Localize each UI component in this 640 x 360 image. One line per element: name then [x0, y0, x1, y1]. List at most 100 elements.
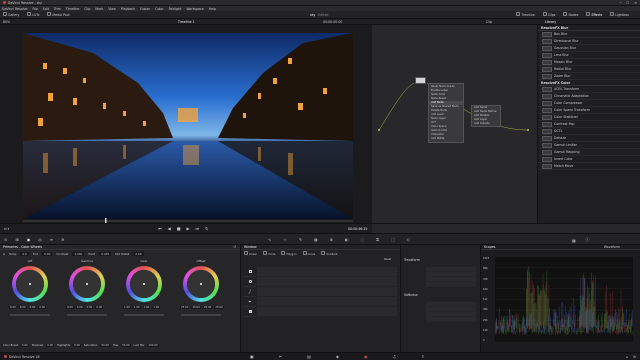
- wheel-value[interactable]: 0.00: [66, 306, 74, 309]
- toolbar-clips-button[interactable]: Clips: [542, 12, 555, 17]
- loop-icon[interactable]: ↻: [205, 226, 208, 231]
- menu-item-color[interactable]: Color: [155, 7, 163, 11]
- node-editor[interactable]: Reset Node Grade Enable Label Node Color No…: [372, 25, 537, 223]
- toolbar-nodes-button[interactable]: Nodes: [563, 12, 578, 17]
- pivot-value[interactable]: 0.435: [99, 251, 112, 256]
- wheel-value[interactable]: 25.00: [180, 306, 190, 309]
- adjust-value[interactable]: 100.00: [147, 344, 159, 347]
- wheel-value[interactable]: 0.00: [85, 306, 94, 309]
- auto-balance-icon[interactable]: A: [3, 252, 5, 256]
- wheel-value[interactable]: 0.00: [28, 306, 37, 309]
- library-item[interactable]: Color Stabilizer: [538, 114, 640, 121]
- library-item[interactable]: Gamut Mapping: [538, 149, 640, 156]
- settings-icon[interactable]: ⚙: [633, 355, 636, 359]
- fusion-page-icon[interactable]: ◈: [336, 354, 339, 359]
- tint-value[interactable]: 0.00: [42, 251, 53, 256]
- wheel-value[interactable]: 0.00: [38, 306, 47, 309]
- camera-raw-icon[interactable]: ⊙: [4, 237, 7, 242]
- menu-item-davinci-resolve[interactable]: DaVinci Resolve: [2, 7, 27, 11]
- skip-forward-icon[interactable]: ⏭: [196, 226, 200, 231]
- menu-item-fairlight[interactable]: Fairlight: [169, 7, 182, 11]
- library-item[interactable]: Color Space Transform: [538, 107, 640, 114]
- deliver-page-icon[interactable]: ⇪: [421, 354, 424, 359]
- zoom-level[interactable]: 60%: [3, 20, 10, 24]
- library-item[interactable]: Lens Blur: [538, 52, 640, 59]
- play-reverse-icon[interactable]: ◀: [168, 226, 171, 231]
- window-circle-icon[interactable]: [244, 277, 256, 287]
- adjust-value[interactable]: 50.00: [100, 344, 110, 347]
- menu-item-edit[interactable]: Edit: [43, 7, 49, 11]
- wheel-value[interactable]: 0.00: [75, 306, 84, 309]
- motion-effects-icon[interactable]: ≋: [61, 237, 64, 242]
- window-tool-curve[interactable]: Curve: [302, 251, 315, 256]
- wheel-value[interactable]: 1.00: [123, 306, 131, 309]
- reset-all-icon[interactable]: ↺: [233, 245, 236, 249]
- menu-item-timeline[interactable]: Timeline: [66, 7, 80, 11]
- qualifier-icon[interactable]: ✎: [299, 237, 302, 242]
- master-wheel-slider[interactable]: [124, 314, 164, 316]
- 3d-icon[interactable]: ◇: [407, 237, 410, 242]
- wheel-value[interactable]: 1.00: [132, 306, 141, 309]
- library-item[interactable]: Chromatic Adaptation: [538, 93, 640, 100]
- menu-item-help[interactable]: Help: [209, 7, 216, 11]
- curves-icon[interactable]: ∿: [268, 237, 271, 242]
- library-item[interactable]: Zoom Blur: [538, 73, 640, 80]
- menu-item-clip[interactable]: Clip: [84, 7, 90, 11]
- wheel-center-dot[interactable]: [143, 283, 145, 285]
- master-wheel-slider[interactable]: [10, 314, 50, 316]
- window-tool-polygon[interactable]: Polygon: [281, 251, 297, 256]
- library-item[interactable]: Mosaic Blur: [538, 59, 640, 66]
- library-item[interactable]: Invert Color: [538, 156, 640, 163]
- adjust-value[interactable]: 0.00: [46, 344, 55, 347]
- home-icon[interactable]: ⌂: [626, 355, 628, 359]
- mid-detail-value[interactable]: 0.00: [133, 251, 144, 256]
- key-icon[interactable]: ⚿: [376, 237, 379, 242]
- cut-page-icon[interactable]: ✂: [279, 354, 282, 359]
- toolbar-lightbox-button[interactable]: Lightbox: [610, 12, 629, 17]
- toolbar-media-pool-button[interactable]: Media Pool: [47, 12, 70, 17]
- master-wheel-slider[interactable]: [67, 314, 107, 316]
- library-item[interactable]: Contrast Pop: [538, 121, 640, 128]
- tracker-icon[interactable]: ⊕: [330, 237, 333, 242]
- library-item[interactable]: Radial Blur: [538, 66, 640, 73]
- library-item[interactable]: DCTL: [538, 128, 640, 135]
- library-item[interactable]: Match Move: [538, 163, 640, 170]
- color-wheel[interactable]: [12, 266, 48, 302]
- node-menu-item[interactable]: Add Matte: [429, 137, 463, 141]
- color-page-icon[interactable]: ◉: [364, 354, 368, 359]
- corrector-node[interactable]: [415, 77, 426, 84]
- adjust-value[interactable]: 0.00: [73, 344, 81, 347]
- library-item[interactable]: Gaussian Blur: [538, 45, 640, 52]
- scope-mode-dropdown[interactable]: Waveform: [604, 245, 620, 249]
- window-tool-gradient[interactable]: Gradient: [321, 251, 338, 256]
- menu-item-fusion[interactable]: Fusion: [140, 7, 150, 11]
- menu-item-mark[interactable]: Mark: [95, 7, 103, 11]
- color-wheels-icon[interactable]: ◉: [27, 237, 31, 242]
- window-reset[interactable]: Reset: [384, 258, 391, 261]
- window-curve-icon[interactable]: ✒: [244, 297, 256, 307]
- temp-value[interactable]: 0.0: [20, 251, 29, 256]
- output-node-dot[interactable]: [527, 129, 529, 131]
- toolbar-timeline-button[interactable]: Timeline: [516, 12, 535, 17]
- toolbar-luts-button[interactable]: LUTs: [27, 12, 39, 17]
- edit-page-icon[interactable]: ▤: [307, 354, 311, 359]
- library-item[interactable]: Directional Blur: [538, 38, 640, 45]
- library-item[interactable]: Box Blur: [538, 31, 640, 38]
- wheel-value[interactable]: 1.00: [152, 306, 161, 309]
- wheel-center-dot[interactable]: [200, 283, 202, 285]
- media-page-icon[interactable]: ▣: [250, 354, 254, 359]
- library-item[interactable]: Gamut Limiter: [538, 142, 640, 149]
- master-wheel-slider[interactable]: [181, 314, 221, 316]
- wheel-value[interactable]: 25.00: [202, 306, 213, 309]
- clip-label[interactable]: Clip: [486, 20, 492, 24]
- window-polygon-icon[interactable]: ╱: [244, 287, 256, 297]
- menu-item-workspace[interactable]: Workspace: [186, 7, 203, 11]
- window-tool-linear[interactable]: Linear: [244, 251, 257, 256]
- viewer-options-icon[interactable]: ⊡ ▾: [4, 227, 9, 231]
- fairlight-page-icon[interactable]: ♫: [393, 354, 397, 359]
- blur-icon[interactable]: ◌: [360, 237, 364, 242]
- rgb-mixer-icon[interactable]: ≡: [50, 237, 53, 242]
- magic-mask-icon[interactable]: ◐: [345, 237, 349, 242]
- color-match-icon[interactable]: ⊞: [15, 237, 18, 242]
- wheel-value[interactable]: 0.00: [95, 306, 104, 309]
